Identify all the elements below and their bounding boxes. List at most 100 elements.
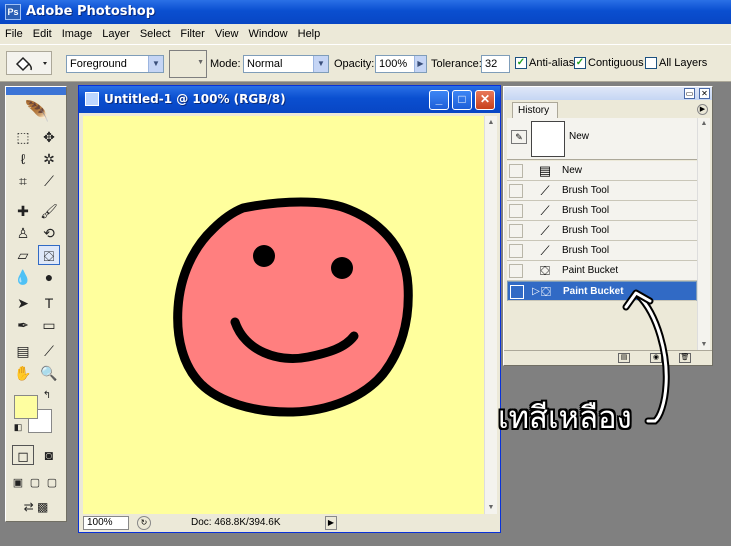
- default-colors-icon[interactable]: ◧: [12, 421, 24, 433]
- tool-options-bar: Foreground ▼ ▼ Mode: Normal ▼ Opacity: 1…: [0, 44, 731, 82]
- version-cue-icon[interactable]: ↻: [137, 516, 151, 530]
- hand-tool-icon[interactable]: ✋: [12, 363, 34, 383]
- history-item-label: Brush Tool: [562, 225, 610, 236]
- healing-brush-tool-icon[interactable]: ✚: [12, 201, 34, 221]
- lasso-tool-icon[interactable]: ℓ: [12, 149, 34, 169]
- screen-mode-full-menu-icon[interactable]: ▢: [27, 473, 43, 493]
- smiley-face-shape: [173, 197, 413, 417]
- history-item[interactable]: ⟋ Brush Tool: [507, 181, 697, 201]
- menu-window[interactable]: Window: [244, 24, 293, 44]
- scroll-up-icon[interactable]: ▲: [485, 116, 497, 129]
- anti-alias-checkbox[interactable]: ✓: [515, 57, 527, 69]
- chevron-right-icon[interactable]: ▶: [414, 56, 426, 72]
- history-source-box[interactable]: [509, 264, 523, 278]
- foreground-color-swatch[interactable]: [14, 395, 38, 419]
- magic-wand-tool-icon[interactable]: ✲: [38, 149, 60, 169]
- menu-view[interactable]: View: [210, 24, 244, 44]
- left-eye: [253, 245, 275, 267]
- smiley-face-drawing: [173, 197, 413, 417]
- menu-help[interactable]: Help: [293, 24, 326, 44]
- path-selection-tool-icon[interactable]: ➤: [12, 293, 34, 313]
- menu-edit[interactable]: Edit: [28, 24, 57, 44]
- eraser-tool-icon[interactable]: ▱: [12, 245, 34, 265]
- history-brush-tool-icon[interactable]: ⟲: [38, 223, 60, 243]
- history-source-box[interactable]: [509, 184, 523, 198]
- document-titlebar[interactable]: Untitled-1 @ 100% (RGB/8) _ □ ✕: [79, 86, 500, 113]
- palette-menu-icon[interactable]: ▶: [697, 104, 708, 115]
- marquee-tool-icon[interactable]: ⬚: [12, 127, 34, 147]
- move-tool-icon[interactable]: ✥: [38, 127, 60, 147]
- pen-tool-icon[interactable]: ✒: [12, 315, 34, 335]
- image-canvas[interactable]: [83, 116, 484, 514]
- history-item[interactable]: ⟋ Brush Tool: [507, 241, 697, 261]
- menu-image[interactable]: Image: [57, 24, 98, 44]
- mode-select[interactable]: Normal ▼: [243, 55, 329, 73]
- dodge-tool-icon[interactable]: ●: [38, 267, 60, 287]
- history-source-box[interactable]: [509, 244, 523, 258]
- menu-layer[interactable]: Layer: [97, 24, 135, 44]
- crop-tool-icon[interactable]: ⌗: [12, 171, 34, 191]
- clone-stamp-tool-icon[interactable]: ♙: [12, 223, 34, 243]
- opacity-input[interactable]: 100% ▶: [375, 55, 427, 73]
- eyedropper-tool-icon[interactable]: ⟋: [38, 341, 60, 361]
- snapshot-thumbnail: [531, 121, 565, 157]
- canvas-vertical-scrollbar[interactable]: ▲ ▼: [484, 116, 497, 514]
- menu-filter[interactable]: Filter: [175, 24, 209, 44]
- history-item[interactable]: ⛋ Paint Bucket: [507, 261, 697, 281]
- pattern-picker[interactable]: ▼: [169, 50, 207, 78]
- maximize-button[interactable]: □: [452, 90, 472, 110]
- jump-to-imageready-icon[interactable]: ⇄ ▩: [12, 497, 60, 517]
- menu-file[interactable]: File: [0, 24, 28, 44]
- standard-mode-icon[interactable]: ◻: [12, 445, 34, 465]
- history-source-box[interactable]: [509, 224, 523, 238]
- scroll-down-icon[interactable]: ▼: [485, 501, 497, 514]
- notes-tool-icon[interactable]: ▤: [12, 341, 34, 361]
- feather-logo-icon: 🪶: [24, 101, 50, 123]
- snapshot-source-icon[interactable]: ✎: [511, 130, 527, 144]
- swap-colors-icon[interactable]: ↰: [40, 389, 54, 403]
- zoom-level-field[interactable]: 100%: [83, 516, 129, 530]
- blur-tool-icon[interactable]: 💧: [12, 267, 34, 287]
- tool-preset-picker[interactable]: [6, 51, 52, 75]
- history-source-box[interactable]: [509, 164, 523, 178]
- scroll-up-icon[interactable]: ▲: [698, 118, 710, 130]
- screen-mode-full-icon[interactable]: ▢: [44, 473, 60, 493]
- screen-mode-standard-icon[interactable]: ▣: [10, 473, 26, 493]
- history-item[interactable]: ▤ New: [507, 161, 697, 181]
- brush-tool-icon[interactable]: 🖌: [38, 201, 60, 221]
- contiguous-checkbox[interactable]: ✓: [574, 57, 586, 69]
- fill-source-select[interactable]: Foreground ▼: [66, 55, 164, 73]
- document-status-bar: 100% ↻ Doc: 468.8K/394.6K ▶: [83, 516, 497, 530]
- trash-icon[interactable]: 🗑: [679, 353, 691, 363]
- minimize-button[interactable]: _: [429, 90, 449, 110]
- history-item[interactable]: ⟋ Brush Tool: [507, 221, 697, 241]
- palette-minimize-button[interactable]: ▭: [684, 88, 695, 99]
- slice-tool-icon[interactable]: ⟋: [38, 171, 60, 191]
- mode-label: Mode:: [210, 58, 241, 70]
- history-source-box[interactable]: [510, 285, 524, 299]
- palette-header[interactable]: ▭ ✕: [504, 87, 712, 100]
- history-source-box[interactable]: [509, 204, 523, 218]
- menu-select[interactable]: Select: [135, 24, 176, 44]
- tab-history[interactable]: History: [512, 102, 558, 118]
- paint-bucket-tool-icon[interactable]: ⛋: [38, 245, 60, 265]
- document-icon: [85, 92, 99, 106]
- anti-alias-label: Anti-alias: [529, 57, 575, 69]
- rectangle-tool-icon[interactable]: ▭: [38, 315, 60, 335]
- status-menu-arrow-icon[interactable]: ▶: [325, 516, 337, 530]
- history-list: ▤ New ⟋ Brush Tool ⟋ Brush Tool ⟋ Brush …: [507, 161, 697, 301]
- zoom-tool-icon[interactable]: 🔍: [38, 363, 60, 383]
- toolbox-header[interactable]: [6, 87, 66, 95]
- tolerance-input[interactable]: 32: [481, 55, 510, 73]
- menu-bar: File Edit Image Layer Select Filter View…: [0, 24, 731, 44]
- close-button[interactable]: ✕: [475, 90, 495, 110]
- history-snapshot[interactable]: ✎ New: [507, 118, 697, 160]
- quick-mask-mode-icon[interactable]: ◙: [38, 445, 60, 465]
- all-layers-checkbox[interactable]: [645, 57, 657, 69]
- history-item[interactable]: ⟋ Brush Tool: [507, 201, 697, 221]
- palette-close-button[interactable]: ✕: [699, 88, 710, 99]
- type-tool-icon[interactable]: T: [38, 293, 60, 313]
- mode-value: Normal: [247, 58, 283, 70]
- history-vertical-scrollbar[interactable]: ▲ ▼: [697, 118, 710, 351]
- paint-bucket-icon: ⛋: [540, 263, 550, 278]
